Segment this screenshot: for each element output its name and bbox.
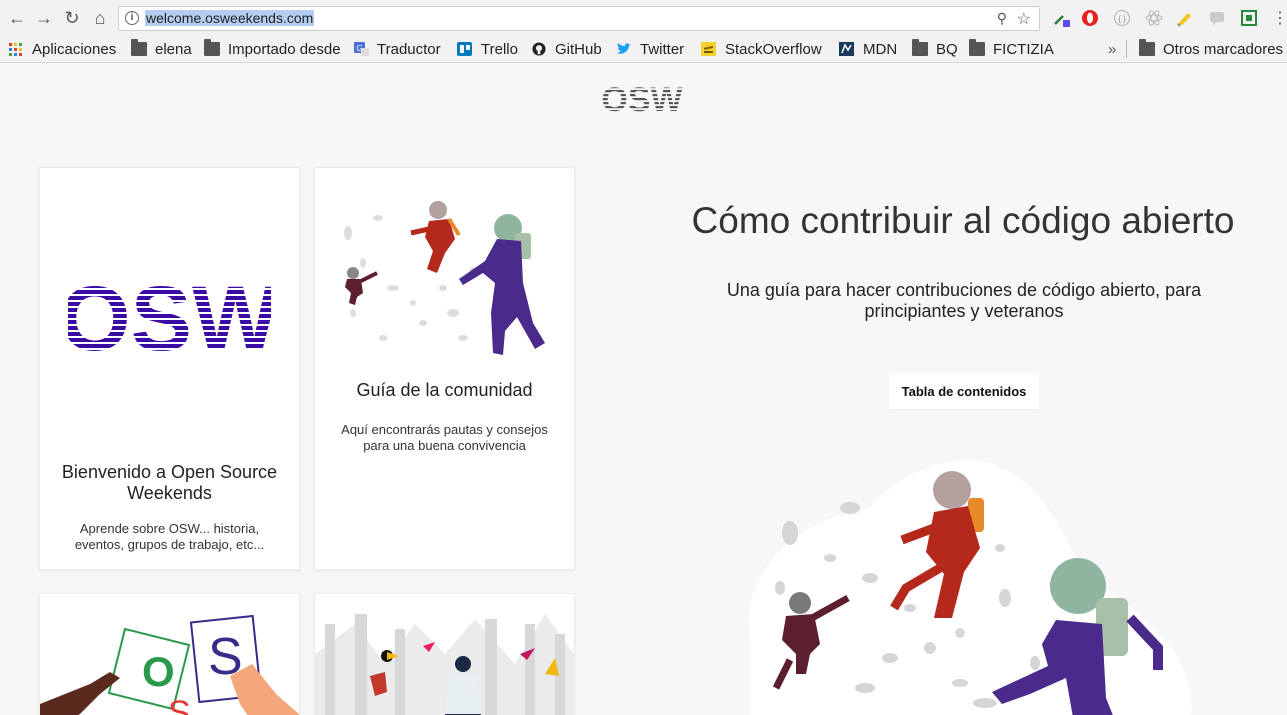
card-description: Aquí encontrarás pautas y consejos para … [341, 422, 548, 453]
chat-extension-icon[interactable] [1208, 9, 1226, 27]
trello-icon [457, 42, 472, 56]
bookmark-label: Twitter [640, 40, 685, 58]
card-os-letters[interactable]: O S S [39, 593, 300, 715]
card-description: Aprende sobre OSW... historia, eventos, … [74, 521, 265, 552]
cloud-background [748, 460, 1192, 715]
reload-button[interactable]: ↻ [61, 7, 83, 29]
bookmark-label: Trello [481, 40, 518, 58]
astronaut-small-red [410, 201, 461, 273]
card-title: Guía de la comunidad [356, 380, 533, 400]
bookmark-separator [1126, 40, 1127, 58]
bookmark-otros[interactable]: Otros marcadores [1139, 39, 1283, 59]
osw-card-logo: OSW [68, 278, 271, 358]
bookmark-label: StackOverflow [725, 40, 822, 58]
more-bookmarks-chevron-icon[interactable]: » [1108, 39, 1116, 59]
json-extension-icon[interactable]: {} [1113, 9, 1131, 27]
github-icon [532, 42, 546, 56]
bookmark-twitter[interactable]: Twitter [616, 39, 684, 59]
bookmark-fictizia[interactable]: FICTIZIA [969, 39, 1054, 59]
astronauts-small-illustration [344, 201, 545, 355]
zoom-icon[interactable]: ⚲ [997, 10, 1007, 27]
back-button[interactable]: ← [6, 7, 28, 29]
bookmark-label: BQ [936, 40, 958, 58]
bookmark-label: Traductor [377, 40, 441, 58]
react-devtools-icon[interactable] [1145, 9, 1163, 27]
hero-title: Cómo contribuir al código abierto [691, 200, 1235, 241]
osw-header-logo[interactable]: OSW [597, 82, 687, 114]
card-community-guide[interactable]: Guía de la comunidad Aquí encontrarás pa… [314, 167, 575, 570]
forward-arrow-icon: → [35, 7, 53, 28]
astronaut-small-dark [345, 267, 378, 305]
home-button[interactable]: ⌂ [89, 7, 111, 29]
letter-o: O [142, 648, 175, 695]
forward-button[interactable]: → [33, 7, 55, 29]
folder-icon [969, 39, 985, 56]
highlighter-extension-icon[interactable] [1176, 9, 1194, 27]
card-title: Bienvenido a Open Source Weekends [61, 462, 278, 503]
bookmark-mdn[interactable]: MDN [839, 39, 897, 59]
bookmark-trello[interactable]: Trello [457, 39, 518, 59]
bookmark-label: FICTIZIA [993, 40, 1054, 58]
os-letters-illustration: O S S [40, 614, 299, 715]
eyedropper-extension-icon[interactable] [1052, 9, 1070, 27]
folder-icon [131, 39, 147, 56]
svg-text:{}: {} [1117, 15, 1127, 24]
bookmark-star-icon[interactable]: ☆ [1017, 9, 1031, 29]
card-forest[interactable] [314, 593, 575, 715]
page-content: OSW OSW Bienvenido a Open Source Weekend… [0, 63, 1287, 715]
osw-header-logo-text: OSW [601, 82, 683, 114]
astronauts-hero-illustration [748, 460, 1192, 715]
home-icon: ⌂ [94, 7, 106, 28]
address-bar[interactable]: i welcome.osweekends.com ⚲ ☆ [118, 6, 1040, 31]
stackoverflow-icon [701, 42, 716, 56]
bookmark-label: Otros marcadores [1163, 40, 1284, 58]
browser-toolbar: ← → ↻ ⌂ i welcome.osweekends.com ⚲ ☆ {} … [0, 0, 1287, 36]
bookmark-label: MDN [863, 40, 898, 58]
bookmark-label: Aplicaciones [32, 40, 117, 58]
apps-grid-icon [9, 43, 22, 56]
bookmark-traductor[interactable]: G Traductor [353, 39, 441, 59]
opera-extension-icon[interactable] [1081, 9, 1099, 27]
bookmark-bq[interactable]: BQ [912, 39, 958, 59]
translate-icon: G [354, 42, 369, 56]
hero-subtitle: Una guía para hacer contribuciones de có… [726, 280, 1202, 321]
reload-icon: ↻ [64, 7, 80, 28]
folder-icon [204, 39, 220, 56]
bookmark-label: GitHub [555, 40, 602, 58]
twitter-icon [617, 43, 631, 54]
folder-icon [1139, 39, 1155, 56]
letter-s-red: S [168, 694, 191, 715]
bookmark-github[interactable]: GitHub [531, 39, 602, 59]
bookmark-label: elena [155, 40, 192, 58]
osw-card-logo-text: OSW [68, 278, 271, 358]
bookmarks-bar: Aplicaciones elena Importado desde G Tra… [0, 36, 1287, 63]
mdn-icon [839, 42, 854, 56]
menu-icon[interactable]: ⋮ [1272, 8, 1287, 28]
address-url[interactable]: welcome.osweekends.com [145, 10, 315, 26]
folder-icon [912, 39, 928, 56]
forest-illustration [315, 614, 574, 715]
screenshot-extension-icon[interactable] [1240, 9, 1258, 27]
astronaut-small-purple [459, 214, 545, 355]
bookmark-stackoverflow[interactable]: StackOverflow [701, 39, 822, 59]
site-info-icon[interactable]: i [125, 11, 139, 25]
card-welcome[interactable]: OSW Bienvenido a Open Source Weekends Ap… [39, 167, 300, 570]
bookmark-elena[interactable]: elena [131, 39, 192, 59]
bookmark-apps[interactable]: Aplicaciones [8, 39, 116, 59]
bookmark-importado[interactable]: Importado desde [204, 39, 342, 59]
hand-right [230, 664, 299, 715]
bookmark-label: Importado desde [228, 40, 341, 58]
back-arrow-icon: ← [8, 7, 26, 28]
table-of-contents-button[interactable]: Tabla de contenidos [889, 373, 1039, 409]
